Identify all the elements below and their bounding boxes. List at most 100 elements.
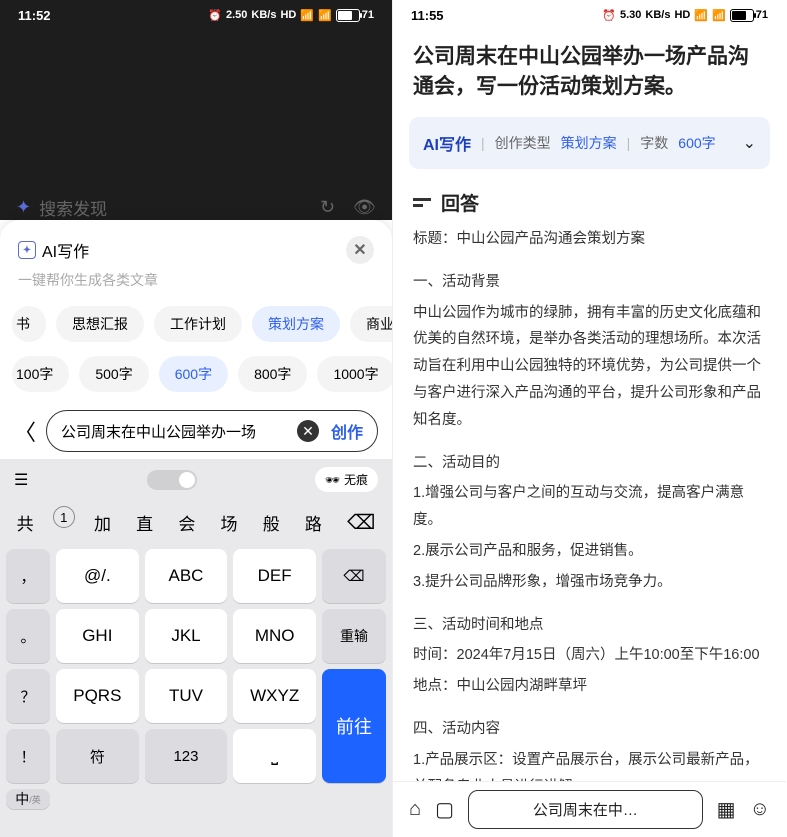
- key-comma[interactable]: ，: [6, 549, 50, 603]
- chip-length[interactable]: 800字: [238, 356, 307, 392]
- prompt-title: 公司周末在中山公园举办一场产品沟通会，写一份活动策划方案。: [393, 30, 786, 117]
- key-ghi[interactable]: GHI: [56, 609, 139, 663]
- list-item: 1.增强公司与客户之间的互动与交流，提高客户满意度。: [413, 480, 766, 534]
- sheet-subtitle: 一键帮你生成各类文章: [0, 268, 392, 302]
- config-length-label: 字数: [640, 133, 668, 153]
- eye-icon[interactable]: 👁: [353, 197, 376, 218]
- key-lang[interactable]: 中/英: [6, 789, 50, 809]
- status-indicators: ⏰ 2.50 KB/s HD 📶 📶 71: [208, 9, 374, 22]
- apps-icon[interactable]: ▦: [717, 797, 736, 822]
- chip-category[interactable]: 策划方案: [252, 306, 340, 342]
- key-go[interactable]: 前往: [322, 669, 386, 783]
- config-length-value: 600字: [678, 133, 715, 153]
- kbd-candidate[interactable]: 共: [11, 506, 40, 539]
- battery-indicator: 71: [336, 9, 374, 22]
- list-item: 2.展示公司产品和服务，促进销售。: [413, 538, 766, 565]
- key-mno[interactable]: MNO: [233, 609, 316, 663]
- signal-icon: 📶: [694, 9, 708, 22]
- chip-length[interactable]: 500字: [79, 356, 148, 392]
- answer-label: 回答: [441, 189, 479, 216]
- kbd-candidate[interactable]: 路: [299, 506, 328, 539]
- kbd-backspace-icon[interactable]: ⌫: [341, 506, 381, 539]
- refresh-icon[interactable]: ↻: [320, 197, 335, 218]
- key-tuv[interactable]: TUV: [145, 669, 228, 723]
- chip-category[interactable]: 工作计划: [154, 306, 242, 342]
- clear-icon[interactable]: ✕: [297, 420, 319, 442]
- key-at[interactable]: @/.: [56, 549, 139, 603]
- kbd-candidate[interactable]: 般: [257, 506, 286, 539]
- list-item: 地点：中山公园内湖畔草坪: [413, 673, 766, 700]
- net-speed: 2.50: [226, 9, 247, 21]
- key-backspace[interactable]: ⌫: [322, 549, 386, 603]
- section-head: 三、活动时间和地点: [413, 612, 766, 639]
- chip-length[interactable]: 100字: [12, 356, 69, 392]
- bottom-search[interactable]: 公司周末在中…: [468, 790, 703, 829]
- chip-category[interactable]: 思想汇报: [56, 306, 144, 342]
- section-head: 一、活动背景: [413, 269, 766, 296]
- prompt-input[interactable]: [61, 423, 291, 440]
- chip-category[interactable]: 商业计划: [350, 306, 392, 342]
- kbd-candidate[interactable]: 会: [172, 506, 201, 539]
- key-123[interactable]: 123: [145, 729, 228, 783]
- prompt-input-container[interactable]: ✕ 创作: [46, 410, 378, 452]
- kbd-candidate[interactable]: 1: [53, 506, 75, 528]
- kbd-incognito-toggle[interactable]: 🕶 无痕: [315, 467, 378, 492]
- back-icon[interactable]: 〈: [14, 415, 36, 447]
- key-pqrs[interactable]: PQRS: [56, 669, 139, 723]
- key-reinput[interactable]: 重输: [322, 609, 386, 663]
- sheet-title: AI写作: [42, 238, 89, 262]
- key-jkl[interactable]: JKL: [145, 609, 228, 663]
- tabs-icon[interactable]: ▢: [435, 797, 454, 822]
- list-item: 时间：2024年7月15日（周六）上午10:00至下午16:00: [413, 642, 766, 669]
- net-unit: KB/s: [251, 9, 276, 21]
- section-head: 二、活动目的: [413, 450, 766, 477]
- chip-length[interactable]: 600字: [159, 356, 228, 392]
- article-title: 标题：中山公园产品沟通会策划方案: [413, 226, 766, 253]
- sparkle-icon: ✦: [16, 197, 31, 218]
- key-symbols[interactable]: 符: [56, 729, 139, 783]
- answer-icon: [413, 198, 431, 207]
- net-unit: KB/s: [645, 9, 670, 21]
- status-time: 11:55: [411, 8, 444, 23]
- kbd-menu-icon[interactable]: ☰: [14, 470, 28, 490]
- kbd-candidate[interactable]: 场: [215, 506, 244, 539]
- kbd-candidates: 共 1 加 直 会 场 般 路 ⌫: [0, 500, 392, 545]
- wifi-icon: 📶: [318, 9, 332, 22]
- hd-icon: HD: [674, 9, 690, 21]
- length-chips: 100字 500字 600字 800字 1000字: [0, 352, 392, 396]
- assistant-icon[interactable]: ☺: [750, 798, 770, 821]
- alarm-icon: ⏰: [602, 9, 616, 22]
- chevron-down-icon[interactable]: ⌄: [743, 133, 756, 153]
- config-box[interactable]: AI写作 | 创作类型 策划方案 | 字数 600字 ⌄: [409, 117, 770, 169]
- config-type-label: 创作类型: [495, 133, 551, 153]
- status-time: 11:52: [18, 8, 51, 23]
- key-wxyz[interactable]: WXYZ: [233, 669, 316, 723]
- chip-length[interactable]: 1000字: [317, 356, 392, 392]
- key-abc[interactable]: ABC: [145, 549, 228, 603]
- status-bar: 11:55 ⏰ 5.30 KB/s HD 📶 📶 71: [393, 0, 786, 30]
- signal-icon: 📶: [300, 9, 314, 22]
- status-bar: 11:52 ⏰ 2.50 KB/s HD 📶 📶 71: [0, 0, 392, 30]
- create-button[interactable]: 创作: [325, 419, 369, 443]
- key-def[interactable]: DEF: [233, 549, 316, 603]
- status-indicators: ⏰ 5.30 KB/s HD 📶 📶 71: [602, 9, 768, 22]
- kbd-slider[interactable]: [147, 470, 197, 490]
- key-period[interactable]: 。: [6, 609, 50, 663]
- search-discover-row: ✦ 搜索发现 ↻ 👁: [0, 195, 392, 220]
- close-icon[interactable]: ✕: [346, 236, 374, 264]
- alarm-icon: ⏰: [208, 9, 222, 22]
- bottom-bar: ⌂ ▢ 公司周末在中… ▦ ☺: [393, 781, 786, 837]
- ai-badge: AI写作: [423, 131, 471, 155]
- kbd-candidate[interactable]: 直: [130, 506, 159, 539]
- kbd-candidate[interactable]: 加: [88, 506, 117, 539]
- key-exclaim[interactable]: ！: [6, 729, 50, 783]
- key-space[interactable]: ⎵: [233, 729, 316, 783]
- section-head: 四、活动内容: [413, 716, 766, 743]
- incognito-icon: 🕶: [325, 473, 340, 487]
- chip-category[interactable]: 书: [12, 306, 46, 342]
- list-item: 3.提升公司品牌形象，增强市场竞争力。: [413, 569, 766, 596]
- wifi-icon: 📶: [712, 9, 726, 22]
- keyboard: ☰ 🕶 无痕 共 1 加 直 会 场 般 路 ⌫ ， @/.: [0, 459, 392, 837]
- key-question[interactable]: ？: [6, 669, 50, 723]
- home-icon[interactable]: ⌂: [409, 798, 421, 821]
